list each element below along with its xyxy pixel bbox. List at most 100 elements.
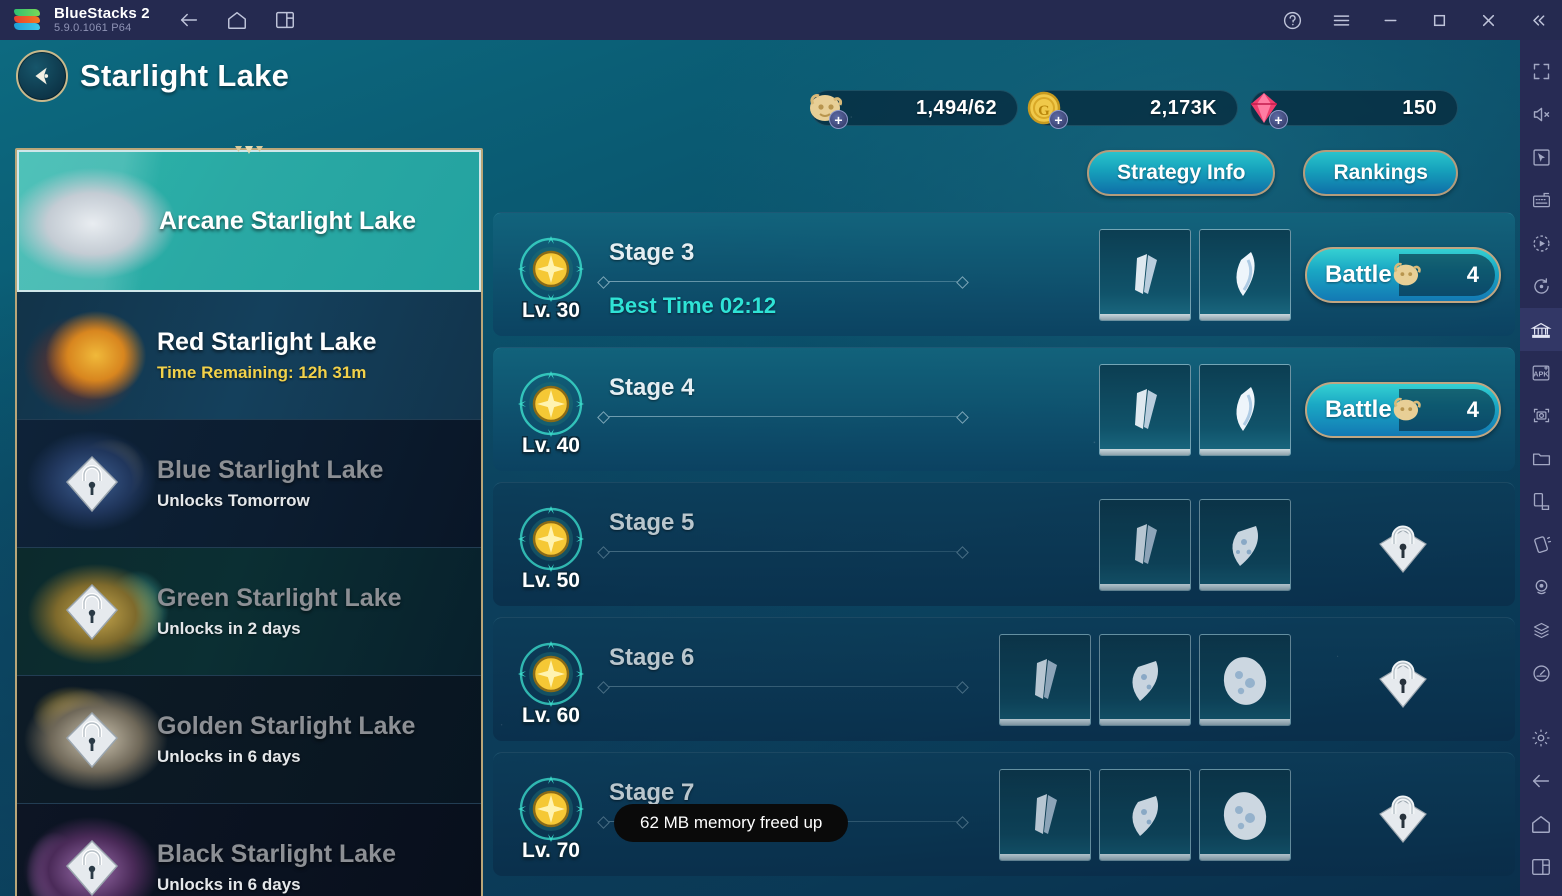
reward-item[interactable]	[1199, 363, 1291, 456]
macro-record-icon[interactable]	[1520, 222, 1562, 265]
collapse-icon[interactable]	[1527, 10, 1548, 31]
lock-icon	[1376, 516, 1430, 574]
stage-divider	[609, 551, 957, 552]
stage-name: Stage 6	[609, 644, 695, 671]
gem-value: 150	[1402, 96, 1437, 119]
battle-cost-value: 4	[1466, 261, 1479, 287]
bluestacks-toolbar: APK	[1520, 40, 1562, 896]
close-icon[interactable]	[1478, 10, 1499, 31]
currency-gem[interactable]: + 150	[1250, 90, 1458, 129]
emulator-titlebar: BlueStacks 2 5.9.0.1061 P64	[0, 0, 1562, 40]
lake-item-black[interactable]: Black Starlight Lake Unlocks in 6 days	[17, 804, 481, 896]
lake-unlock-text: Unlocks Tomorrow	[157, 491, 310, 510]
reward-item[interactable]	[1099, 633, 1191, 726]
lake-item-red[interactable]: Red Starlight Lake Time Remaining: 12h 3…	[17, 292, 481, 420]
lake-item-arcane[interactable]: Arcane Starlight Lake	[17, 150, 481, 292]
install-apk-icon[interactable]: APK	[1520, 351, 1562, 394]
reward-item[interactable]	[1199, 768, 1291, 861]
keyboard-controls-icon[interactable]	[1520, 179, 1562, 222]
stage-row[interactable]: Lv. 50 Stage 5	[493, 482, 1515, 606]
stage-level-badge-icon	[517, 640, 585, 708]
stage-level-text: Lv. 40	[522, 433, 580, 457]
stage-name: Stage 3	[609, 239, 695, 266]
add-gold-button[interactable]: +	[1049, 110, 1068, 129]
battle-button[interactable]: Battle 4	[1305, 381, 1501, 438]
multi-instance-icon[interactable]	[274, 9, 296, 31]
performance-icon[interactable]	[1520, 652, 1562, 695]
reward-item[interactable]	[1099, 768, 1191, 861]
app-name: BlueStacks 2	[54, 4, 150, 22]
strategy-info-button[interactable]: Strategy Info	[1087, 150, 1276, 196]
reward-item[interactable]	[1099, 363, 1191, 456]
page-header: Starlight Lake	[16, 50, 289, 102]
reward-item[interactable]	[999, 768, 1091, 861]
reward-rarity-bar	[1200, 718, 1290, 725]
rankings-button[interactable]: Rankings	[1303, 150, 1458, 196]
lock-icon	[65, 839, 119, 896]
stage-name: Stage 7	[609, 779, 695, 806]
top-action-buttons: Strategy Info Rankings	[1087, 150, 1458, 196]
shake-icon[interactable]	[1520, 523, 1562, 566]
game-controls-icon[interactable]	[1520, 308, 1562, 351]
lake-item-golden[interactable]: Golden Starlight Lake Unlocks in 6 days	[17, 676, 481, 804]
settings-icon[interactable]	[1520, 716, 1562, 759]
cursor-icon[interactable]	[1520, 136, 1562, 179]
reward-item[interactable]	[1199, 228, 1291, 321]
currency-gold[interactable]: G + 2,173K	[1027, 90, 1238, 129]
mute-icon[interactable]	[1520, 93, 1562, 136]
battle-button-label: Battle	[1325, 260, 1392, 288]
stage-level-badge-icon	[517, 505, 585, 573]
battle-button[interactable]: Battle 4	[1305, 246, 1501, 303]
reward-item[interactable]	[1199, 498, 1291, 591]
stage-level-text: Lv. 30	[522, 298, 580, 322]
lake-item-blue[interactable]: Blue Starlight Lake Unlocks Tomorrow	[17, 420, 481, 548]
reward-item[interactable]	[1099, 498, 1191, 591]
add-gem-button[interactable]: +	[1269, 110, 1288, 129]
reward-rarity-bar	[1200, 853, 1290, 860]
lake-timer: Time Remaining: 12h 31m	[157, 363, 367, 382]
lake-name: Arcane Starlight Lake	[159, 206, 417, 235]
page-title: Starlight Lake	[80, 58, 290, 93]
rotate-icon[interactable]	[1520, 480, 1562, 523]
reward-item[interactable]	[1199, 633, 1291, 726]
minimize-icon[interactable]	[1380, 10, 1401, 31]
battle-cost-value: 4	[1466, 396, 1479, 422]
reward-rarity-bar	[1200, 583, 1290, 590]
location-icon[interactable]	[1520, 566, 1562, 609]
sync-icon[interactable]	[1520, 265, 1562, 308]
screenshot-icon[interactable]	[1520, 394, 1562, 437]
stage-level-badge-icon	[517, 775, 585, 843]
back-arrow-icon[interactable]	[1520, 759, 1562, 802]
stage-locked-indicator	[1305, 651, 1501, 709]
reward-rarity-bar	[1200, 313, 1290, 320]
lake-name: Green Starlight Lake	[157, 584, 402, 612]
reward-item[interactable]	[1099, 228, 1191, 321]
lake-unlock-text: Unlocks in 6 days	[157, 747, 301, 766]
stage-row[interactable]: Lv. 30 Stage 3 Best Time 02:12 Battle 4	[493, 212, 1515, 336]
fullscreen-icon[interactable]	[1520, 50, 1562, 93]
reward-rarity-bar	[1000, 718, 1090, 725]
add-stamina-button[interactable]: +	[829, 110, 848, 129]
lake-item-green[interactable]: Green Starlight Lake Unlocks in 2 days	[17, 548, 481, 676]
reward-rarity-bar	[1000, 853, 1090, 860]
stage-row[interactable]: Lv. 60 Stage 6	[493, 617, 1515, 741]
home-icon[interactable]	[1520, 802, 1562, 845]
back-arrow-icon[interactable]	[178, 9, 200, 31]
home-icon[interactable]	[226, 9, 248, 31]
stage-name: Stage 4	[609, 374, 695, 401]
reward-item[interactable]	[999, 633, 1091, 726]
media-folder-icon[interactable]	[1520, 437, 1562, 480]
back-arrow-orb-icon[interactable]	[16, 50, 68, 102]
stamina-icon	[1385, 391, 1425, 429]
multi-instance-manager-icon[interactable]	[1520, 609, 1562, 652]
lock-icon	[1376, 786, 1430, 844]
stage-row[interactable]: Lv. 40 Stage 4 Battle 4	[493, 347, 1515, 471]
stage-info: Stage 3 Best Time 02:12	[609, 213, 1099, 336]
lake-text-green: Green Starlight Lake Unlocks in 2 days	[157, 548, 467, 675]
menu-icon[interactable]	[1331, 10, 1352, 31]
recents-icon[interactable]	[1520, 845, 1562, 888]
reward-rarity-bar	[1100, 583, 1190, 590]
currency-stamina[interactable]: + 1,494/62	[810, 90, 1018, 129]
help-icon[interactable]	[1282, 10, 1303, 31]
maximize-icon[interactable]	[1429, 10, 1450, 31]
